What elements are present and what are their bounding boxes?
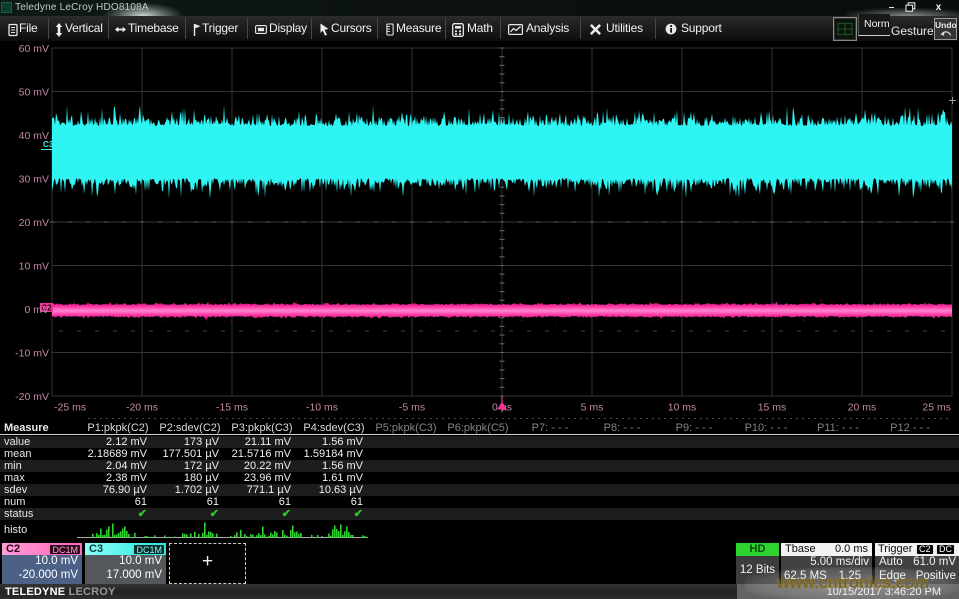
svg-text:25 ms: 25 ms xyxy=(922,402,951,414)
svg-text:30 mV: 30 mV xyxy=(19,174,49,186)
svg-text:10 ms: 10 ms xyxy=(668,402,697,414)
svg-text:-10 mV: -10 mV xyxy=(15,348,49,360)
svg-text:-25 ms: -25 ms xyxy=(54,402,86,414)
svg-text:5 ms: 5 ms xyxy=(581,402,604,414)
svg-text:40 mV: 40 mV xyxy=(19,130,49,142)
svg-text:0 mV: 0 mV xyxy=(24,304,49,316)
svg-text:-10 ms: -10 ms xyxy=(306,402,338,414)
svg-text:15 ms: 15 ms xyxy=(758,402,787,414)
svg-text:-5 ms: -5 ms xyxy=(399,402,425,414)
svg-text:-20 ms: -20 ms xyxy=(126,402,158,414)
svg-text:20 ms: 20 ms xyxy=(848,402,877,414)
svg-text:50 mV: 50 mV xyxy=(19,87,49,99)
svg-text:-15 ms: -15 ms xyxy=(216,402,248,414)
svg-text:10 mV: 10 mV xyxy=(19,261,49,273)
svg-text:60 mV: 60 mV xyxy=(19,43,49,55)
svg-text:20 mV: 20 mV xyxy=(19,217,49,229)
svg-text:-20 mV: -20 mV xyxy=(15,391,49,403)
